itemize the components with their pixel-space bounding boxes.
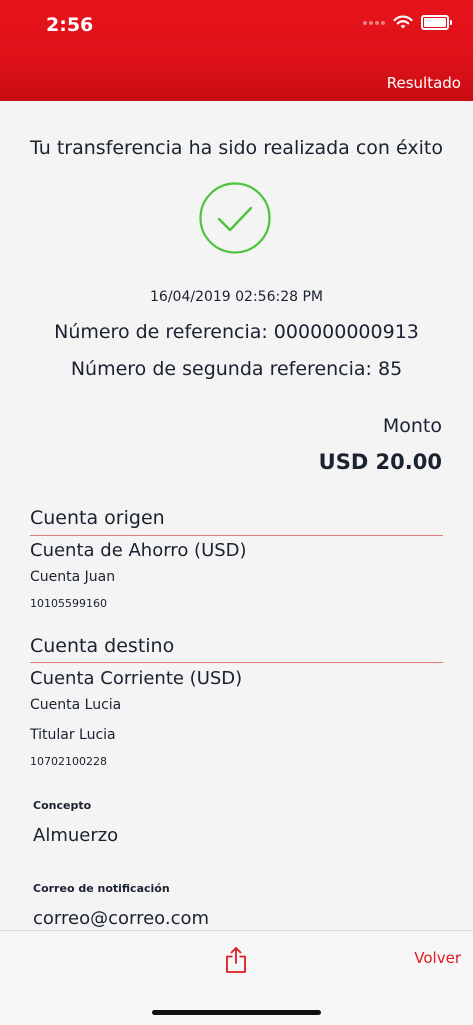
notification-email: correo@correo.com [33,908,210,929]
home-indicator [152,1010,321,1015]
second-reference-number: Número de segunda referencia: 85 [70,358,403,380]
destination-account-name: Cuenta Lucia [30,697,122,713]
battery-icon [421,15,452,30]
origin-section-title: Cuenta origen [30,507,165,529]
bottom-toolbar: Volver [0,930,473,1025]
origin-account-number: 10105599160 [30,597,107,610]
back-button[interactable]: Volver [414,949,461,967]
destination-holder: Titular Lucia [30,727,116,743]
destination-account-type: Cuenta Corriente (USD) [30,668,243,689]
origin-divider [30,535,443,536]
app-header: 2:56 Resultado [0,0,473,101]
destination-account-number: 10702100228 [30,755,107,768]
nav-title: Resultado [386,74,461,92]
success-check-icon [199,182,271,254]
success-headline: Tu transferencia ha sido realizada con é… [30,137,443,159]
destination-section-title: Cuenta destino [30,635,175,657]
concept-value: Almuerzo [33,825,119,846]
status-time: 2:56 [46,14,94,36]
reference-number: Número de referencia: 000000000913 [54,321,419,343]
origin-account-type: Cuenta de Ahorro (USD) [30,540,247,561]
amount-label: Monto [382,415,442,437]
status-indicators [363,15,452,30]
concept-label: Concepto [33,799,92,812]
origin-account-name: Cuenta Juan [30,569,116,585]
cellular-signal-icon [363,20,385,25]
amount-value: USD 20.00 [318,450,442,474]
notification-label: Correo de notificación [33,882,170,895]
destination-divider [30,662,443,663]
share-icon[interactable] [225,946,247,974]
transaction-datetime: 16/04/2019 02:56:28 PM [150,289,323,305]
wifi-icon [393,15,413,29]
